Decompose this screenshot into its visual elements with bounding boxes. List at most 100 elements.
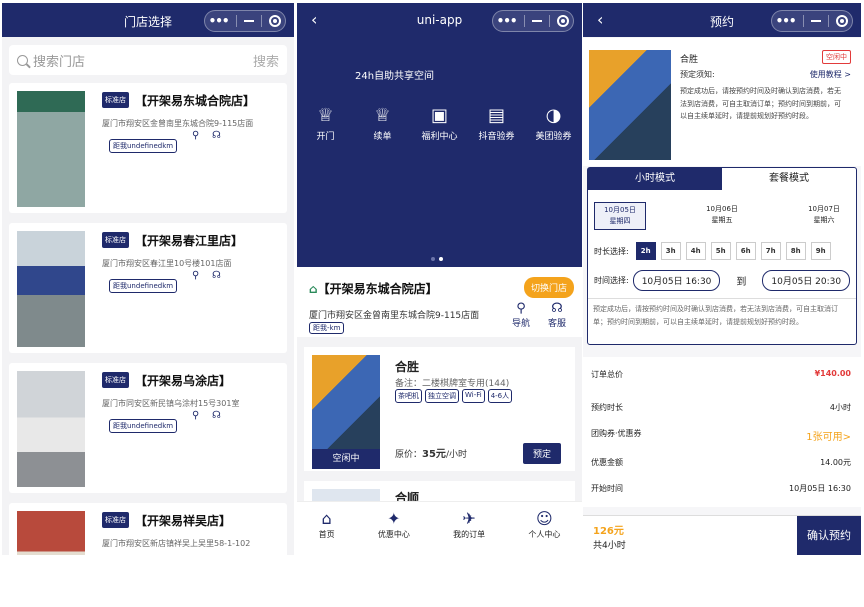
booking-mode-panel: 小时模式 套餐模式 10月05日 星期四 10月06日 星期五 10月07日 星期六 …: [587, 167, 857, 345]
start-time[interactable]: 10月05日 16:30: [632, 270, 721, 291]
duration-option[interactable]: 4h: [685, 242, 706, 260]
navigate-icon[interactable]: ⚲: [192, 270, 199, 281]
search-input[interactable]: 搜索门店: [33, 51, 253, 70]
tab-discount[interactable]: ✦ 优惠中心: [378, 502, 410, 555]
confirm-button[interactable]: 确认预约: [797, 516, 861, 555]
menu-open-door[interactable]: ♕ 开门: [300, 105, 352, 142]
room-photo: [589, 50, 671, 160]
navigate-icon: ⚲: [516, 301, 526, 316]
store-card[interactable]: 标准店 【开架易乌涂店】 厦门市同安区新民镇乌涂村15号301室 距我undef…: [9, 363, 287, 493]
order-row: 预约时长 4小时: [591, 403, 851, 412]
slogan: 24h自助共享空间: [355, 71, 435, 82]
order-row: 优惠金额 14.00元: [591, 458, 851, 467]
navigate-button[interactable]: ⚲ 导航: [512, 301, 530, 329]
home-icon: ⌂: [321, 509, 332, 528]
room-remark: 备注：二楼棋牌室专用(144): [395, 379, 510, 389]
mode-tabs: 小时模式 套餐模式: [588, 168, 856, 190]
duration-option[interactable]: 2h: [635, 242, 656, 260]
time-range: 时间选择: 10月05日 16:30 到 10月05日 20:30: [588, 270, 856, 291]
store-card[interactable]: 标准店 【开架易春江里店】 厦门市翔安区春江里10号楼101店面 距我undef…: [9, 223, 287, 353]
date-option[interactable]: 10月05日 星期四: [594, 202, 646, 230]
close-icon[interactable]: [557, 15, 570, 27]
tab-home[interactable]: ⌂ 首页: [319, 502, 335, 555]
store-tag: 标准店: [102, 232, 129, 248]
room-info: 合胜 空闲中 预定须知: 使用教程 > 预定成功后，请按预约时间及时确认到店消费…: [583, 38, 861, 166]
store-name: 【开架易祥吴店】: [135, 514, 232, 528]
current-shop: ⌂【开架易东城合院店】 切换门店 厦门市翔安区金曾南里东城合院9-115店面 距…: [297, 267, 582, 337]
order-summary: 订单总价 ¥140.00 预约时长 4小时 团购券·优惠券 1张可用> 优惠金额 14.…: [583, 357, 861, 507]
more-icon[interactable]: •••: [209, 14, 230, 28]
duration-label: 时长选择:: [594, 246, 629, 256]
duration-option[interactable]: 6h: [735, 242, 756, 260]
close-icon[interactable]: [269, 15, 282, 27]
tutorial-link[interactable]: 使用教程 >: [810, 69, 851, 80]
store-distance: 距我undefinedkm: [109, 139, 178, 153]
status-badge: 空闲中: [822, 50, 851, 64]
store-tag: 标准店: [102, 92, 129, 108]
order-row: 开始时间 10月05日 16:30: [591, 484, 851, 493]
headset-icon[interactable]: ☊: [212, 130, 221, 141]
meituan-icon: ◑: [545, 105, 562, 126]
store-name: 【开架易春江里店】: [135, 234, 244, 248]
store-address: 厦门市翔安区新店镇祥吴上吴里58-1-102: [102, 539, 251, 548]
coupon-row[interactable]: 团购券·优惠券 1张可用>: [591, 428, 851, 443]
room-price: 原价：35元/小时: [395, 449, 467, 460]
minimize-icon[interactable]: [243, 20, 254, 22]
notice-text: 预定成功后，请按预约时间及时确认到店消费，若无法到店消费，可自主取消订单；预约时…: [680, 87, 841, 120]
store-icon: ⌂: [309, 282, 318, 296]
total-price: 126元: [593, 526, 624, 537]
booking-screen: ‹ 预约 ••• 合胜 空闲中 预定须知: 使用教程 > 预定成功后，请按预约时…: [583, 3, 861, 555]
crown-icon: ♕: [374, 105, 391, 126]
room-name: 合胜: [680, 55, 699, 65]
date-option[interactable]: 10月06日 星期五: [696, 202, 748, 230]
store-distance: 距我undefinedkm: [109, 419, 178, 433]
duration-option[interactable]: 5h: [710, 242, 731, 260]
order-row: 订单总价 ¥140.00: [591, 369, 851, 379]
close-icon[interactable]: [836, 15, 849, 27]
headset-icon[interactable]: ☊: [212, 410, 221, 421]
user-icon: ☺: [536, 509, 553, 528]
book-button[interactable]: 预定: [522, 443, 561, 464]
mode-note: 预定成功后，请按预约时间及时确认到店消费，若无法到店消费，可自主取消订单；预约时…: [588, 298, 856, 332]
switch-shop-button[interactable]: 切换门店: [523, 277, 574, 298]
tab-hourly[interactable]: 小时模式: [588, 168, 722, 190]
duration-option[interactable]: 8h: [785, 242, 806, 260]
store-address: 厦门市翔安区金曾南里东城合院9-115店面: [102, 119, 254, 128]
minimize-icon[interactable]: [810, 20, 821, 22]
end-time[interactable]: 10月05日 20:30: [762, 270, 851, 291]
menu-welfare[interactable]: ▣ 福利中心: [414, 105, 466, 142]
tab-orders[interactable]: ✈ 我的订单: [453, 502, 485, 555]
service-button[interactable]: ☊ 客服: [548, 301, 566, 329]
duration-option[interactable]: 3h: [660, 242, 681, 260]
date-option[interactable]: 10月07日 星期六: [798, 202, 850, 230]
navigate-icon[interactable]: ⚲: [192, 410, 199, 421]
shop-address: 厦门市翔安区金曾南里东城合院9-115店面: [309, 311, 480, 321]
more-icon[interactable]: •••: [776, 14, 797, 28]
booking-footer: 126元 共4小时 确认预约: [583, 515, 861, 555]
search-bar[interactable]: 搜索门店 搜索: [9, 45, 287, 75]
tab-package[interactable]: 套餐模式: [722, 168, 856, 190]
store-name: 【开架易乌涂店】: [135, 374, 232, 388]
duration-picker: 时长选择: 2h 3h 4h 5h 6h 7h 8h 9h: [588, 242, 856, 260]
store-card[interactable]: 标准店 【开架易祥吴店】 厦门市翔安区新店镇祥吴上吴里58-1-102: [9, 503, 287, 555]
search-button[interactable]: 搜索: [253, 51, 279, 70]
order-icon: ✈: [462, 509, 476, 528]
store-card[interactable]: 标准店 【开架易东城合院店】 厦门市翔安区金曾南里东城合院9-115店面 距我u…: [9, 83, 287, 213]
mini-program-capsule: •••: [204, 10, 286, 32]
room-status: 空闲中: [312, 449, 380, 469]
minimize-icon[interactable]: [531, 20, 542, 22]
menu-douyin-coupon[interactable]: ▤ 抖音验券: [471, 105, 523, 142]
more-icon[interactable]: •••: [497, 14, 518, 28]
menu-meituan-coupon[interactable]: ◑ 美团验券: [528, 105, 580, 142]
store-photo: [17, 371, 85, 487]
menu-renew[interactable]: ♕ 续单: [357, 105, 409, 142]
home-banner: 24h自助共享空间 ♕ 开门 ♕ 续单 ▣ 福利中心 ▤ 抖音验券 ◑ 美团验券: [297, 37, 582, 267]
tab-profile[interactable]: ☺ 个人中心: [528, 502, 560, 555]
navbar: ‹ 预约 •••: [583, 3, 861, 37]
duration-option[interactable]: 9h: [810, 242, 831, 260]
headset-icon[interactable]: ☊: [212, 270, 221, 281]
room-card[interactable]: 空闲中 合胜 备注：二楼棋牌室专用(144) 茶吧机 独立空调 Wi-Fi 4-…: [304, 347, 575, 471]
duration-option[interactable]: 7h: [760, 242, 781, 260]
navigate-icon[interactable]: ⚲: [192, 130, 199, 141]
navbar: 门店选择 •••: [2, 3, 294, 37]
